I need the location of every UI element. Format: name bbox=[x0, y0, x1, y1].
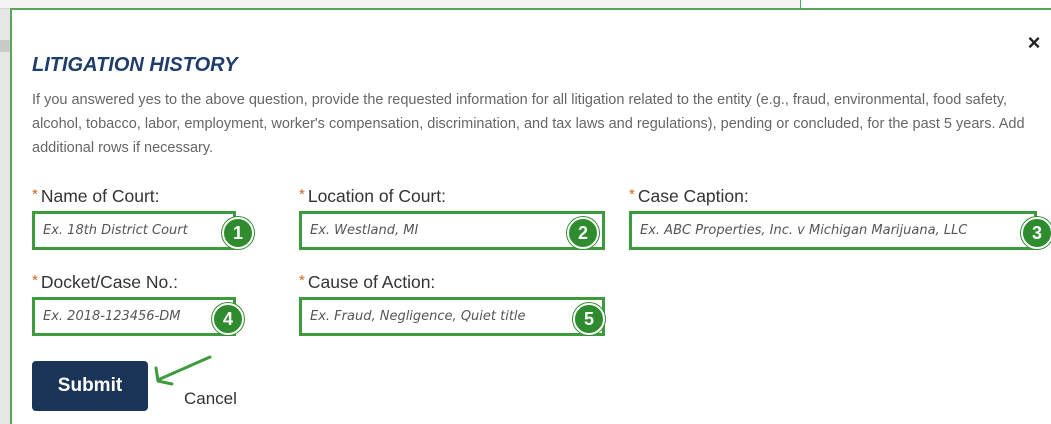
close-icon[interactable]: × bbox=[1023, 32, 1045, 54]
location-of-court-label-text: Location of Court: bbox=[307, 186, 446, 206]
name-of-court-field bbox=[32, 211, 236, 250]
step-badge-4: 4 bbox=[212, 303, 244, 335]
name-of-court-label-text: Name of Court: bbox=[40, 186, 160, 206]
name-of-court-label: * Name of Court: bbox=[32, 186, 160, 207]
cause-of-action-field bbox=[299, 297, 605, 336]
required-marker: * bbox=[629, 186, 635, 203]
docket-case-no-field bbox=[32, 297, 236, 336]
docket-case-no-input[interactable] bbox=[35, 300, 233, 333]
location-of-court-input[interactable] bbox=[302, 214, 602, 247]
dialog-description: If you answered yes to the above questio… bbox=[32, 92, 1025, 156]
case-caption-label-text: Case Caption: bbox=[637, 186, 749, 206]
submit-button[interactable]: Submit bbox=[32, 361, 148, 411]
cause-of-action-input[interactable] bbox=[302, 300, 602, 333]
required-marker: * bbox=[32, 186, 38, 203]
dialog-title: LITIGATION HISTORY bbox=[32, 54, 238, 76]
docket-case-no-label-text: Docket/Case No.: bbox=[40, 272, 178, 292]
cause-of-action-label-text: Cause of Action: bbox=[307, 272, 436, 292]
cause-of-action-label: * Cause of Action: bbox=[299, 272, 435, 293]
case-caption-label: * Case Caption: bbox=[629, 186, 749, 207]
required-marker: * bbox=[299, 186, 305, 203]
cancel-link[interactable]: Cancel bbox=[184, 389, 237, 409]
case-caption-input[interactable] bbox=[632, 214, 1034, 247]
litigation-history-dialog: × LITIGATION HISTORY If you answered yes… bbox=[10, 8, 1051, 424]
case-caption-field bbox=[629, 211, 1037, 250]
step-badge-3: 3 bbox=[1021, 217, 1051, 249]
step-badge-2: 2 bbox=[567, 217, 599, 249]
required-marker: * bbox=[32, 272, 38, 289]
pointer-arrow-icon bbox=[154, 355, 212, 386]
required-marker: * bbox=[299, 272, 305, 289]
location-of-court-field bbox=[299, 211, 605, 250]
docket-case-no-label: * Docket/Case No.: bbox=[32, 272, 178, 293]
name-of-court-input[interactable] bbox=[35, 214, 233, 247]
step-badge-5: 5 bbox=[573, 303, 605, 335]
step-badge-1: 1 bbox=[222, 217, 254, 249]
location-of-court-label: * Location of Court: bbox=[299, 186, 446, 207]
